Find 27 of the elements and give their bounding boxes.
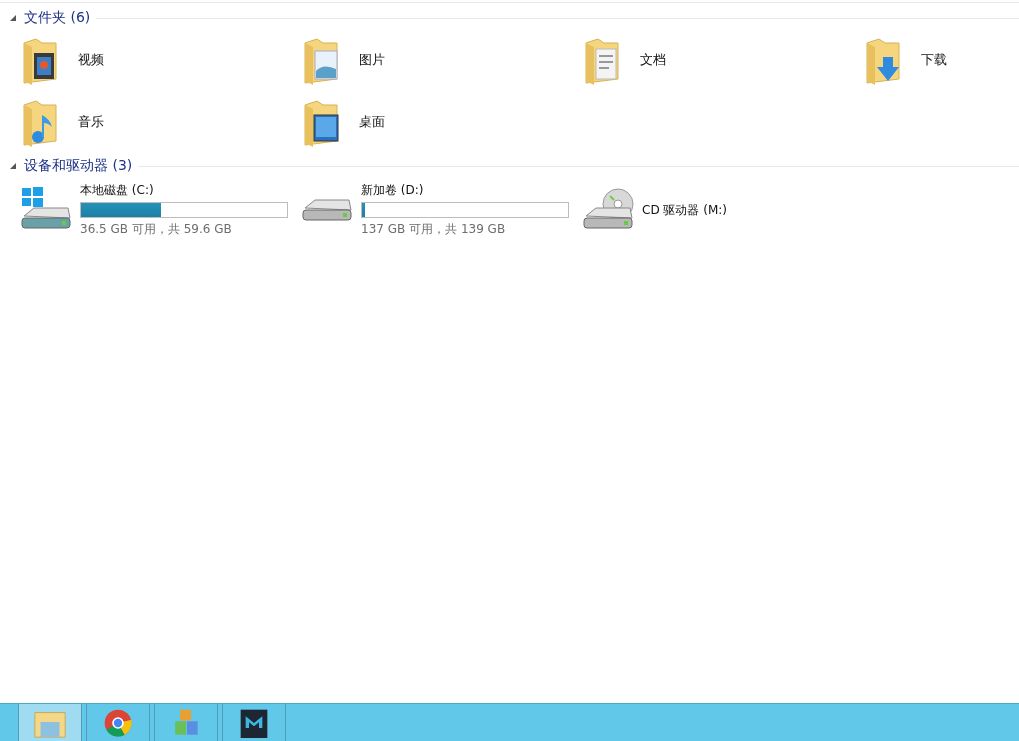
drive-name: 本地磁盘 (C:) [80,182,155,199]
folder-item[interactable]: 桌面 [301,96,582,148]
folder-item[interactable]: 视频 [20,34,301,86]
drive-item[interactable]: 新加卷 (D:) 137 GB 可用，共 139 GB [299,182,580,238]
browser-button[interactable] [86,704,150,741]
free-space-text: 137 GB 可用，共 139 GB [361,221,507,238]
collapse-icon[interactable] [10,15,16,21]
folder-name: 文档 [640,51,666,69]
folder-item[interactable]: 下载 [863,34,1019,86]
folder-name: 桌面 [359,113,385,131]
folder-name: 视频 [78,51,104,69]
group-title: 设备和驱动器 (3) [24,157,133,175]
collapse-icon[interactable] [10,163,16,169]
group-title: 文件夹 (6) [24,9,91,27]
drive-name: 新加卷 (D:) [361,182,425,199]
folder-name: 图片 [359,51,385,69]
folder-item[interactable]: 文档 [582,34,863,86]
drive-item[interactable]: 本地磁盘 (C:) 36.5 GB 可用，共 59.6 GB [18,182,299,238]
hard-drive-icon [301,198,353,222]
folder-name: 音乐 [78,113,104,131]
free-space-text: 36.5 GB 可用，共 59.6 GB [80,221,233,238]
folder-item[interactable]: 图片 [301,34,582,86]
folder-name: 下载 [921,51,947,69]
media-player-button[interactable] [222,704,286,741]
drive-item[interactable]: CD 驱动器 (M:) [580,182,727,238]
drive-name: CD 驱动器 (M:) [642,201,727,219]
folder-item[interactable]: 音乐 [20,96,301,148]
